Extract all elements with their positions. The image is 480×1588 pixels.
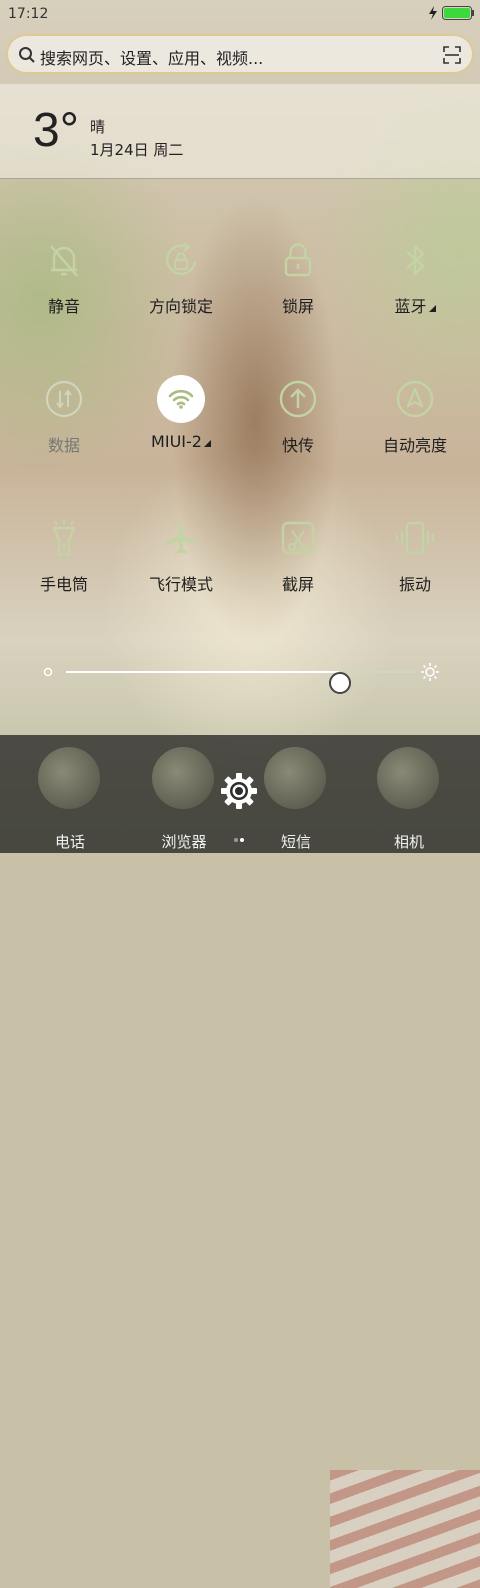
vibrate-icon — [395, 521, 435, 555]
dock-app-browser[interactable]: 浏览器 — [144, 745, 224, 851]
wallpaper-stripes — [330, 1470, 480, 1588]
browser-app-icon — [152, 747, 214, 809]
toggle-label: 静音 — [47, 297, 80, 316]
toggle-label: 手电筒 — [39, 575, 88, 594]
toggle-vibrate[interactable]: 振动 — [355, 514, 475, 634]
rotation-lock-icon — [166, 242, 197, 275]
battery-icon — [442, 6, 474, 20]
toggle-label: 飞行模式 — [148, 575, 213, 594]
wifi-icon — [157, 375, 205, 423]
toggle-label: 振动 — [398, 575, 431, 594]
dock-app-label: 相机 — [393, 833, 424, 851]
page-dot — [234, 838, 238, 842]
dock-app-messages[interactable]: 短信 — [256, 745, 336, 851]
dock-app-camera[interactable]: 相机 — [369, 745, 449, 851]
page-indicator — [233, 827, 247, 842]
charging-icon — [429, 6, 437, 20]
brightness-high-icon — [421, 663, 439, 681]
settings-gear-icon[interactable] — [220, 772, 258, 810]
toggle-mobile-data[interactable]: 数据 — [4, 375, 124, 495]
toggle-mute[interactable]: 静音 — [4, 236, 124, 356]
search-placeholder: 搜索网页、设置、应用、视频... — [40, 49, 264, 68]
brightness-slider[interactable] — [40, 660, 440, 694]
toggle-lock-screen[interactable]: 锁屏 — [238, 236, 358, 356]
toggle-airplane[interactable]: 飞行模式 — [121, 514, 241, 634]
brightness-thumb[interactable] — [329, 672, 351, 694]
page-dot — [240, 838, 244, 842]
toggle-rotation-lock[interactable]: 方向锁定 — [121, 236, 241, 356]
brightness-fill — [66, 671, 339, 673]
weather-temperature: 3° — [33, 104, 79, 157]
toggle-label: 快传 — [281, 436, 314, 455]
weather-date: 1月24日 周二 — [90, 141, 184, 159]
lock-icon — [284, 243, 312, 277]
toggle-label: 蓝牙 — [355, 293, 475, 317]
bluetooth-icon — [406, 244, 425, 276]
dock-app-label: 电话 — [54, 833, 85, 851]
search-bar[interactable]: 搜索网页、设置、应用、视频... — [6, 34, 474, 74]
mobile-data-icon — [45, 380, 83, 418]
scan-icon[interactable] — [442, 45, 462, 65]
weather-condition: 晴 — [90, 118, 106, 136]
brightness-low-icon — [43, 667, 53, 677]
toggle-label: 锁屏 — [281, 297, 314, 316]
toggle-flashlight[interactable]: 手电筒 — [4, 514, 124, 634]
toggle-label: 方向锁定 — [148, 297, 213, 316]
airplane-icon — [166, 522, 196, 554]
brightness-track[interactable] — [66, 671, 416, 694]
messages-app-icon — [264, 747, 326, 809]
toggle-label: 数据 — [47, 436, 80, 455]
dock-app-phone[interactable]: 电话 — [30, 745, 110, 851]
auto-brightness-icon — [396, 380, 434, 418]
status-bar: 17:12 — [0, 0, 480, 28]
weather-widget[interactable]: 3° 晴 1月24日 周二 — [0, 84, 480, 179]
phone-app-icon — [38, 747, 100, 809]
quick-transfer-icon — [279, 380, 317, 418]
dock-app-label: 浏览器 — [161, 833, 207, 851]
screenshot-icon — [281, 521, 315, 555]
mute-bell-icon — [50, 245, 78, 277]
camera-app-icon — [377, 747, 439, 809]
toggle-auto-brightness[interactable]: 自动亮度 — [355, 375, 475, 495]
flashlight-icon — [52, 519, 76, 556]
toggle-screenshot[interactable]: 截屏 — [238, 514, 358, 634]
toggle-wifi[interactable]: MIUI-2 — [121, 375, 241, 495]
status-time: 17:12 — [8, 6, 49, 22]
search-icon — [19, 47, 35, 63]
toggle-bluetooth[interactable]: 蓝牙 — [355, 236, 475, 356]
toggle-label: 自动亮度 — [382, 436, 447, 455]
toggle-label: 截屏 — [281, 575, 314, 594]
toggle-quick-transfer[interactable]: 快传 — [238, 375, 358, 495]
dock-app-label: 短信 — [280, 833, 311, 851]
toggle-label: MIUI-2 — [121, 432, 241, 451]
